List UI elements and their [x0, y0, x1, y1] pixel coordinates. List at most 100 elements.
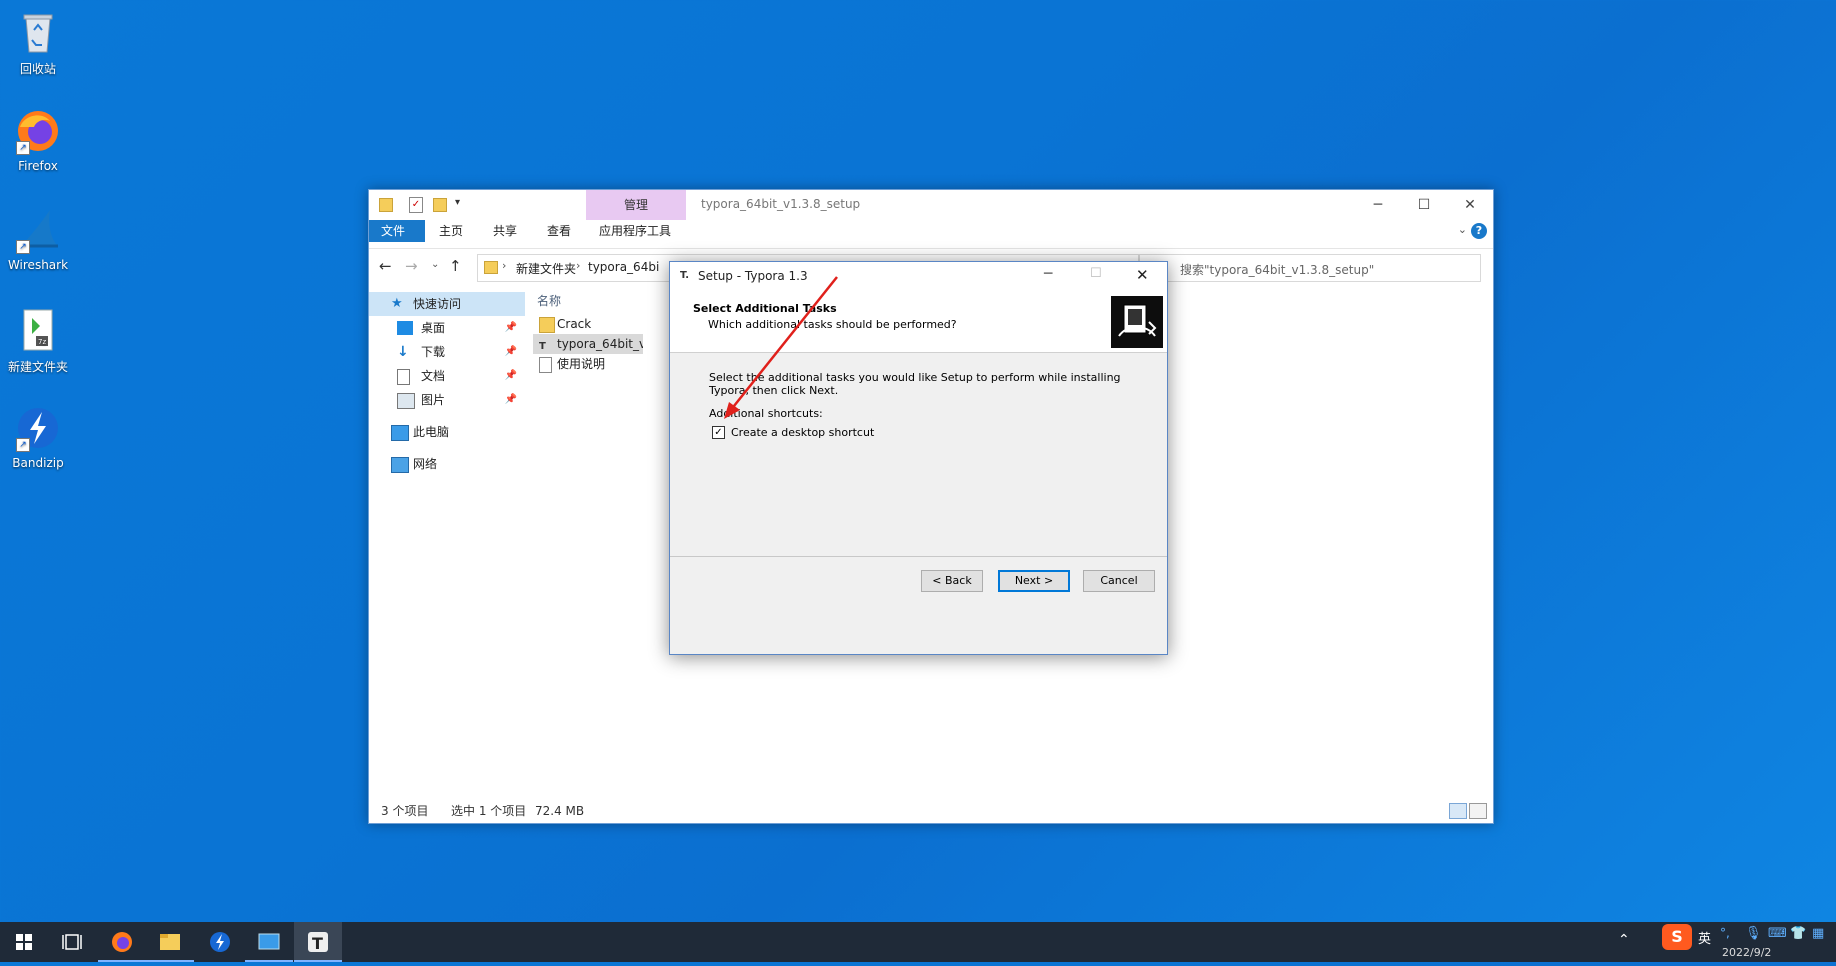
- details-view-icon[interactable]: [1449, 803, 1467, 819]
- nav-item-label: 快速访问: [413, 297, 462, 311]
- nav-item-label: 桌面: [421, 321, 446, 335]
- pin-icon: 📌: [504, 370, 517, 381]
- zip-archive-icon: 7z: [14, 306, 62, 354]
- dialog-maximize-button: ☐: [1090, 266, 1102, 281]
- show-hidden-icons-chevron-icon[interactable]: ⌃: [1618, 932, 1630, 948]
- taskbar-date[interactable]: 2022/9/2: [1722, 946, 1771, 959]
- toolbox-grid-icon[interactable]: ▦: [1812, 926, 1824, 941]
- microphone-icon[interactable]: 🎙: [1745, 926, 1762, 941]
- svg-text:7z: 7z: [38, 338, 46, 346]
- taskbar-file-explorer[interactable]: [146, 922, 194, 962]
- pin-icon: 📌: [504, 346, 517, 357]
- file-name: typora_64bit_v1.3: [557, 337, 643, 351]
- folder-icon: [379, 198, 393, 212]
- dialog-description: Select the additional tasks you would li…: [709, 371, 1121, 397]
- recycle-bin-icon: [14, 8, 62, 56]
- nav-item-label: 下载: [421, 345, 446, 359]
- folder-icon: [539, 317, 555, 333]
- status-item-count: 3 个项目: [381, 804, 429, 818]
- taskbar-bandizip[interactable]: [196, 922, 244, 962]
- file-row-readme[interactable]: 使用说明: [533, 354, 643, 374]
- desktop-icon-recycle-bin[interactable]: 回收站: [0, 8, 76, 77]
- file-row-crack[interactable]: Crack: [533, 314, 643, 334]
- computer-icon: [391, 425, 409, 441]
- nav-item-downloads[interactable]: ↓ 下载 📌: [369, 340, 525, 364]
- dialog-close-button[interactable]: ✕: [1136, 266, 1149, 284]
- desktop-shortcut-checkbox[interactable]: ✓: [712, 426, 725, 439]
- expand-ribbon-chevron-icon[interactable]: ⌄: [1458, 223, 1467, 236]
- wireshark-fin-icon: ↗: [14, 206, 62, 254]
- firefox-icon: ↗: [14, 107, 62, 155]
- back-button[interactable]: < Back: [921, 570, 983, 592]
- desktop-icon-new-folder[interactable]: 7z 新建文件夹: [0, 306, 76, 375]
- cancel-button[interactable]: Cancel: [1083, 570, 1155, 592]
- desktop-icon-label: 新建文件夹: [7, 360, 68, 374]
- customize-toolbar-chevron-icon[interactable]: ▾: [455, 197, 460, 208]
- tab-home[interactable]: 主页: [427, 220, 475, 242]
- sogou-ime-icon[interactable]: S: [1662, 924, 1692, 950]
- up-arrow-icon[interactable]: ↑: [449, 257, 462, 275]
- desktop-icon-label: Bandizip: [12, 456, 64, 470]
- nav-item-label: 网络: [413, 457, 438, 471]
- recent-locations-chevron-icon[interactable]: ⌄: [431, 259, 439, 270]
- nav-item-network[interactable]: 网络: [369, 452, 525, 476]
- search-input[interactable]: ⌕ 搜索"typora_64bit_v1.3.8_setup": [1139, 254, 1481, 282]
- tab-file[interactable]: 文件: [369, 220, 425, 242]
- column-header-name[interactable]: 名称: [537, 292, 561, 309]
- text-file-icon: [539, 357, 552, 373]
- new-folder-icon[interactable]: [433, 198, 447, 212]
- status-bar: 3 个项目 选中 1 个项目 72.4 MB: [369, 799, 1493, 823]
- shortcut-arrow-icon: ↗: [16, 141, 30, 155]
- large-icons-view-icon[interactable]: [1469, 803, 1487, 819]
- nav-item-desktop[interactable]: 桌面 📌: [369, 316, 525, 340]
- dialog-subheading: Which additional tasks should be perform…: [708, 318, 957, 331]
- star-icon: ★: [391, 296, 403, 311]
- taskbar-firefox[interactable]: [98, 922, 146, 962]
- keyboard-icon[interactable]: ⌨: [1768, 926, 1787, 941]
- dialog-title-bar: T. Setup - Typora 1.3 ─ ☐ ✕: [670, 262, 1167, 292]
- maximize-button[interactable]: ☐: [1401, 190, 1447, 220]
- minimize-button[interactable]: ─: [1355, 190, 1401, 220]
- taskbar: T ⌃ S 英 °, 🎙 ⌨ 👕 ▦ 2022/9/2: [0, 922, 1836, 962]
- breadcrumb-setup-folder[interactable]: typora_64bi: [588, 260, 659, 274]
- forward-arrow-icon[interactable]: →: [405, 257, 418, 275]
- taskbar-control-panel[interactable]: [245, 922, 293, 962]
- status-selected: 选中 1 个项目: [451, 804, 527, 818]
- ime-language-indicator[interactable]: 英: [1698, 928, 1711, 947]
- properties-icon[interactable]: ✓: [409, 197, 423, 213]
- nav-item-label: 图片: [421, 393, 446, 407]
- skin-shirt-icon[interactable]: 👕: [1790, 926, 1806, 941]
- shortcut-arrow-icon: ↗: [16, 438, 30, 452]
- desktop-icon-firefox[interactable]: ↗ Firefox: [0, 107, 76, 173]
- nav-item-pictures[interactable]: 图片 📌: [369, 388, 525, 412]
- tab-application-tools[interactable]: 应用程序工具: [587, 220, 683, 242]
- desktop-icon-bandizip[interactable]: ↗ Bandizip: [0, 404, 76, 470]
- pin-icon: 📌: [504, 322, 517, 333]
- nav-item-this-pc[interactable]: 此电脑: [369, 420, 525, 444]
- file-row-typora-setup[interactable]: T typora_64bit_v1.3: [533, 334, 643, 354]
- tab-share[interactable]: 共享: [481, 220, 529, 242]
- taskbar-typora-setup[interactable]: T: [294, 922, 342, 962]
- breadcrumb-new-folder[interactable]: 新建文件夹: [516, 260, 576, 277]
- task-view-button[interactable]: [48, 922, 96, 962]
- close-button[interactable]: ✕: [1447, 190, 1493, 220]
- typora-app-icon: T: [539, 341, 546, 352]
- shortcut-arrow-icon: ↗: [16, 240, 30, 254]
- setup-dialog: T. Setup - Typora 1.3 ─ ☐ ✕ Select Addit…: [669, 261, 1168, 655]
- tab-view[interactable]: 查看: [535, 220, 583, 242]
- back-arrow-icon[interactable]: ←: [379, 257, 392, 275]
- ime-punctuation-icon[interactable]: °,: [1720, 926, 1730, 940]
- start-button[interactable]: [0, 922, 48, 962]
- network-icon: [391, 457, 409, 473]
- setup-wizard-logo: [1111, 296, 1163, 348]
- desktop-icon: [397, 321, 413, 335]
- desktop-icon-wireshark[interactable]: ↗ Wireshark: [0, 206, 76, 272]
- folder-icon: [484, 261, 498, 274]
- nav-item-documents[interactable]: 文档 📌: [369, 364, 525, 388]
- desktop-shortcut-label[interactable]: Create a desktop shortcut: [731, 426, 874, 439]
- nav-item-quick-access[interactable]: ★ 快速访问: [369, 292, 525, 316]
- dialog-minimize-button[interactable]: ─: [1044, 266, 1052, 282]
- help-icon[interactable]: ?: [1471, 223, 1487, 239]
- manage-contextual-tab[interactable]: 管理: [586, 190, 686, 220]
- next-button[interactable]: Next >: [998, 570, 1070, 592]
